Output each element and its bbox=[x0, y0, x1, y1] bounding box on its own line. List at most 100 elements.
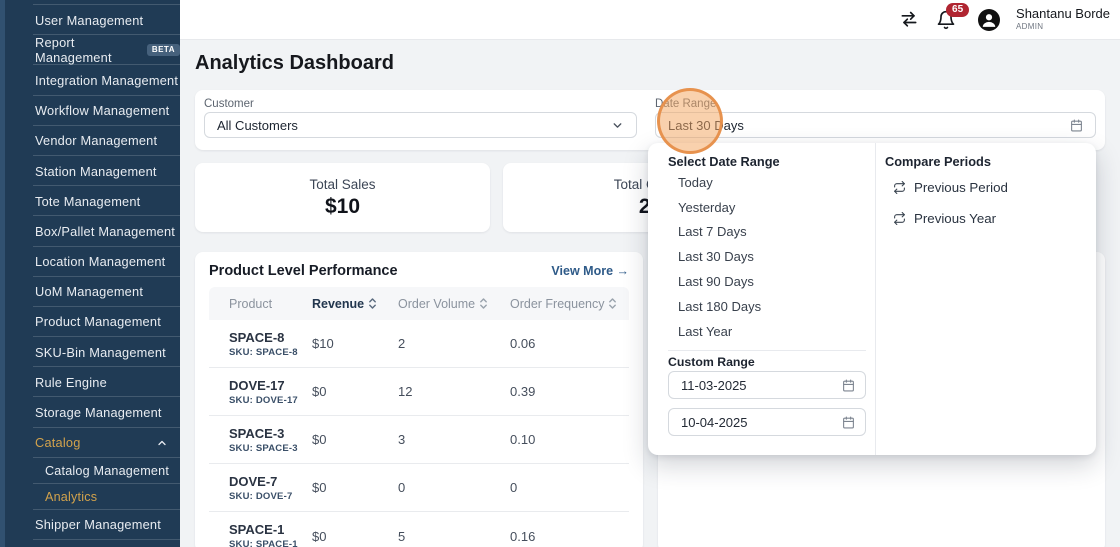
product-performance-card: Product Level Performance View More → Pr… bbox=[195, 252, 643, 547]
order-volume-cell: 0 bbox=[398, 480, 510, 495]
product-cell: SPACE-1SKU: SPACE-1 bbox=[209, 522, 312, 547]
sidebar-item-label: Analytics bbox=[45, 490, 97, 504]
user-avatar[interactable] bbox=[978, 9, 1000, 31]
customer-select[interactable]: All Customers bbox=[204, 112, 637, 138]
revenue-cell: $0 bbox=[312, 384, 398, 399]
sidebar-item-shipper-management[interactable]: Shipper Management bbox=[0, 510, 180, 540]
sidebar-item-label: Vendor Management bbox=[35, 133, 157, 148]
date-option-today[interactable]: Today bbox=[678, 170, 858, 195]
customer-select-value: All Customers bbox=[217, 118, 611, 133]
sidebar-item-analytics[interactable]: Analytics bbox=[0, 484, 180, 510]
sidebar-item-integration-management[interactable]: Integration Management bbox=[0, 65, 180, 95]
sidebar-item-label: Workflow Management bbox=[35, 103, 169, 118]
page-title: Analytics Dashboard bbox=[195, 52, 394, 75]
sidebar-item-report-management[interactable]: Report ManagementBETA bbox=[0, 35, 180, 65]
sidebar-item-label: Rule Engine bbox=[35, 375, 107, 390]
customer-label: Customer bbox=[204, 98, 254, 110]
product-cell: SPACE-8SKU: SPACE-8 bbox=[209, 330, 312, 358]
sidebar-item-vendor-management[interactable]: Vendor Management bbox=[0, 126, 180, 156]
end-date-value: 10-04-2025 bbox=[681, 415, 842, 430]
user-name: Shantanu Borde bbox=[1016, 7, 1110, 22]
column-header-order-volume[interactable]: Order Volume bbox=[398, 296, 510, 311]
sort-icon[interactable] bbox=[608, 296, 617, 311]
table-row: SPACE-1SKU: SPACE-1$050.16 bbox=[209, 512, 629, 547]
calendar-icon[interactable] bbox=[842, 416, 855, 429]
date-option-last-7-days[interactable]: Last 7 Days bbox=[678, 220, 858, 245]
sidebar-item-label: Box/Pallet Management bbox=[35, 224, 175, 239]
custom-range-divider bbox=[668, 350, 866, 351]
order-frequency-cell: 0.39 bbox=[510, 384, 629, 399]
start-date-input[interactable]: 11-03-2025 bbox=[668, 371, 866, 399]
product-sku: SKU: SPACE-3 bbox=[229, 443, 312, 454]
column-header-product: Product bbox=[209, 297, 312, 311]
date-option-last-year[interactable]: Last Year bbox=[678, 319, 858, 344]
calendar-icon[interactable] bbox=[842, 379, 855, 392]
sidebar-item-uom-management[interactable]: UoM Management bbox=[0, 277, 180, 307]
sidebar-item-catalog[interactable]: Catalog bbox=[0, 428, 180, 458]
sidebar-item-label: Catalog Management bbox=[45, 464, 169, 478]
sidebar-item-label: Integration Management bbox=[35, 73, 178, 88]
date-option-last-30-days[interactable]: Last 30 Days bbox=[678, 244, 858, 269]
compare-option-label: Previous Year bbox=[914, 211, 996, 226]
sidebar: User ManagementReport ManagementBETA Inte… bbox=[0, 0, 180, 547]
revenue-cell: $0 bbox=[312, 480, 398, 495]
view-more-link[interactable]: View More → bbox=[551, 264, 629, 278]
sidebar-item-storage-management[interactable]: Storage Management bbox=[0, 397, 180, 427]
revenue-cell: $10 bbox=[312, 336, 398, 351]
sidebar-item-tote-management[interactable]: Tote Management bbox=[0, 186, 180, 216]
compare-periods-header: Compare Periods bbox=[885, 154, 991, 169]
chevron-up-icon bbox=[156, 437, 168, 449]
sidebar-item-label: Catalog bbox=[35, 435, 81, 450]
product-name: SPACE-3 bbox=[229, 426, 312, 441]
compare-option-label: Previous Period bbox=[914, 180, 1008, 195]
table-row: DOVE-7SKU: DOVE-7$000 bbox=[209, 464, 629, 512]
compare-arrows-icon bbox=[893, 181, 906, 194]
table-row: SPACE-8SKU: SPACE-8$1020.06 bbox=[209, 320, 629, 368]
custom-range-header: Custom Range bbox=[668, 355, 755, 369]
sidebar-item-rule-engine[interactable]: Rule Engine bbox=[0, 367, 180, 397]
sidebar-item-workflow-management[interactable]: Workflow Management bbox=[0, 96, 180, 126]
sidebar-item-station-management[interactable]: Station Management bbox=[0, 156, 180, 186]
sort-icon[interactable] bbox=[479, 296, 488, 311]
swap-arrows-icon[interactable] bbox=[898, 10, 920, 30]
sidebar-item-label: Report Management bbox=[35, 35, 139, 65]
sidebar-item-label: Storage Management bbox=[35, 405, 162, 420]
date-range-value: Last 30 Days bbox=[668, 118, 1070, 133]
order-frequency-cell: 0.10 bbox=[510, 432, 629, 447]
sidebar-item-catalog-management[interactable]: Catalog Management bbox=[0, 458, 180, 484]
product-sku: SKU: DOVE-7 bbox=[229, 491, 312, 502]
sidebar-item-box-pallet-management[interactable]: Box/Pallet Management bbox=[0, 216, 180, 246]
notification-count-badge: 65 bbox=[946, 3, 969, 17]
end-date-input[interactable]: 10-04-2025 bbox=[668, 408, 866, 436]
sidebar-item-location-management[interactable]: Location Management bbox=[0, 247, 180, 277]
product-sku: SKU: SPACE-1 bbox=[229, 539, 312, 547]
order-volume-cell: 5 bbox=[398, 529, 510, 544]
chevron-down-icon bbox=[611, 119, 624, 132]
date-range-select[interactable]: Last 30 Days bbox=[655, 112, 1096, 138]
order-frequency-cell: 0.16 bbox=[510, 529, 629, 544]
compare-previous-year[interactable]: Previous Year bbox=[893, 205, 1083, 231]
notifications-bell-icon[interactable]: 65 bbox=[936, 10, 956, 30]
revenue-cell: $0 bbox=[312, 529, 398, 544]
compare-previous-period[interactable]: Previous Period bbox=[893, 174, 1083, 200]
column-header-revenue[interactable]: Revenue bbox=[312, 296, 398, 311]
column-header-order-frequency[interactable]: Order Frequency bbox=[510, 296, 629, 311]
sidebar-item-user-management[interactable]: User Management bbox=[0, 5, 180, 35]
product-name: DOVE-17 bbox=[229, 378, 312, 393]
compare-arrows-icon bbox=[893, 212, 906, 225]
date-option-last-90-days[interactable]: Last 90 Days bbox=[678, 269, 858, 294]
date-option-last-180-days[interactable]: Last 180 Days bbox=[678, 294, 858, 319]
product-table: Product Revenue Order Volume Order Frequ… bbox=[209, 287, 629, 547]
sort-icon[interactable] bbox=[368, 296, 377, 311]
product-sku: SKU: SPACE-8 bbox=[229, 347, 312, 358]
sidebar-item-label: SKU-Bin Management bbox=[35, 345, 166, 360]
metric-value: $10 bbox=[325, 195, 360, 219]
product-cell: DOVE-17SKU: DOVE-17 bbox=[209, 378, 312, 406]
sidebar-item-sku-bin-management[interactable]: SKU-Bin Management bbox=[0, 337, 180, 367]
revenue-cell: $0 bbox=[312, 432, 398, 447]
user-menu[interactable]: Shantanu Borde ADMIN bbox=[1016, 7, 1110, 31]
date-option-yesterday[interactable]: Yesterday bbox=[678, 195, 858, 220]
calendar-icon[interactable] bbox=[1070, 119, 1083, 132]
sidebar-item-product-management[interactable]: Product Management bbox=[0, 307, 180, 337]
product-cell: SPACE-3 SKU: SPACE-3 bbox=[209, 426, 312, 454]
